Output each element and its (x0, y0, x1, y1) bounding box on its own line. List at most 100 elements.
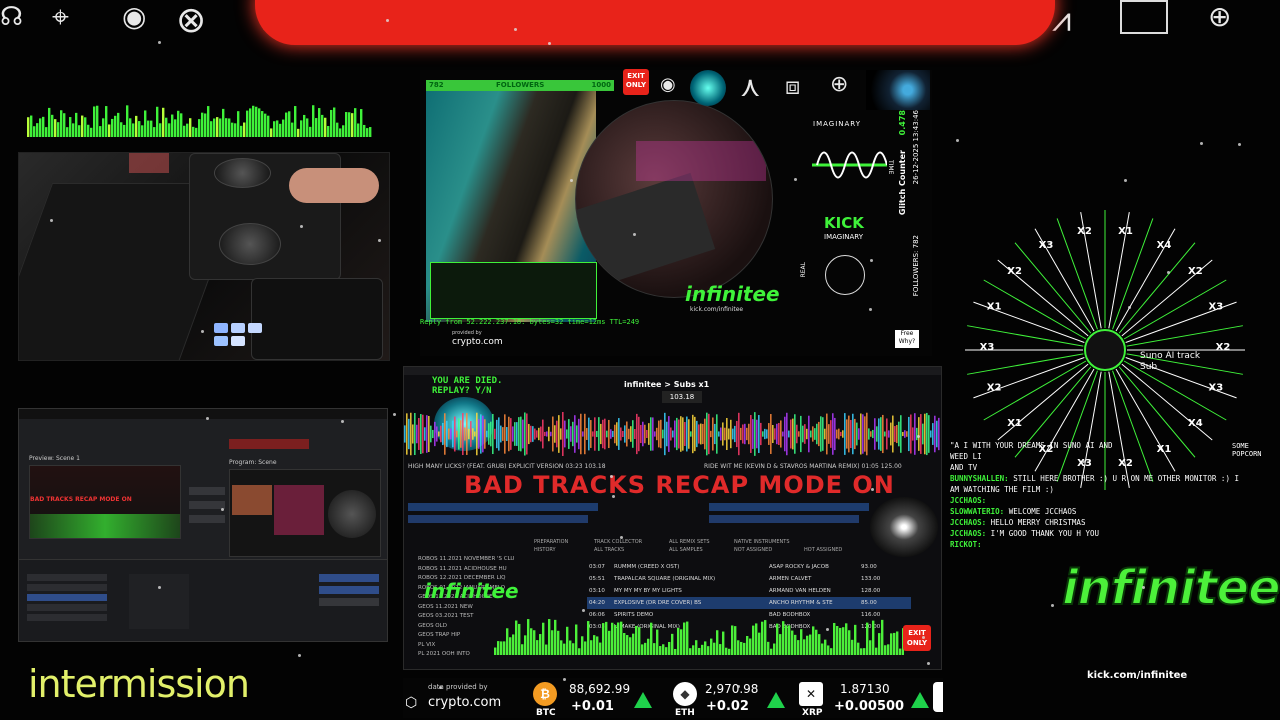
tab-preparation[interactable]: PREPARATION (534, 539, 568, 545)
tab-hot-assigned[interactable]: HOT ASSIGNED (804, 547, 842, 553)
track-time: 05:51 (589, 576, 605, 582)
crypto-ticker: data provided by ⬡ crypto.com ₿ BTC 88,6… (403, 678, 943, 718)
waveform-bar (926, 412, 928, 456)
waveform-bar (910, 414, 912, 454)
folder-item[interactable]: GEOS 11.2021 NEW (418, 603, 518, 613)
waveform-bar (524, 412, 526, 456)
waveform-bar (432, 429, 434, 439)
traktor-dj-window[interactable]: YOU ARE DIED. REPLAY? Y/N infinitee > Su… (403, 366, 942, 670)
deck-a-loop[interactable] (408, 515, 588, 523)
table-row-selected[interactable]: 04:20 EXPLOSIVE (DR DRE COVER) BS ANCHO … (587, 597, 911, 609)
studio-mode-button[interactable] (319, 598, 379, 606)
eq-bar (602, 623, 605, 655)
waveform-bar (750, 415, 752, 453)
snowflake (869, 258, 873, 262)
waveform-bar (584, 413, 586, 455)
price-up-icon (911, 692, 929, 708)
eq-bar (132, 123, 135, 137)
logo-text: infinitee (1061, 559, 1280, 617)
track-title: RUMMM (CREED X OST) (614, 564, 680, 570)
eq-bar (578, 648, 581, 655)
infinitee-watermark: infinitee (424, 579, 519, 603)
waveform-bar (446, 420, 448, 448)
glitch-counter-value: 0.478 (898, 110, 907, 136)
waveform-bar (404, 425, 406, 443)
folder-item[interactable]: ROBOS 11.2021 NOVEMBER 'S CLU (418, 555, 518, 565)
waveform-bar (846, 419, 848, 449)
audio-mixer-dock[interactable] (129, 574, 189, 629)
transition-button[interactable] (189, 515, 225, 523)
obs-docks (19, 559, 387, 641)
track-waveform[interactable] (404, 409, 941, 459)
eq-bar (506, 628, 509, 655)
deck-a-controls[interactable] (408, 503, 598, 511)
eq-bar (656, 629, 659, 655)
snowflake (1051, 604, 1055, 608)
sine-wave-graphic (812, 151, 887, 179)
track-bpm: 133.00 (861, 576, 881, 582)
eq-bar (297, 128, 300, 137)
waveform-bar (656, 427, 658, 441)
obs-studio-window[interactable]: BAD TRACKS RECAP MODE ON Program: Scene … (18, 408, 388, 642)
folder-item[interactable]: ROBOS 11.2021 ACIDHOUSE HU (418, 565, 518, 575)
eq-bar (635, 625, 638, 655)
eq-bar (860, 648, 863, 655)
eq-bar (93, 106, 96, 137)
waveform-bar (542, 419, 544, 449)
waveform-bar (774, 428, 776, 440)
tab-track-collector[interactable]: TRACK COLLECTOR (594, 539, 642, 545)
tab-not-assigned[interactable]: NOT ASSIGNED (734, 547, 772, 553)
transition-button[interactable] (189, 487, 225, 495)
transition-button[interactable] (189, 501, 225, 509)
waveform-bar (824, 428, 826, 440)
eq-bar (309, 126, 312, 137)
waveform-bar (782, 431, 784, 437)
eq-bar (725, 647, 728, 655)
browser-tabs[interactable]: PREPARATION HISTORY TRACK COLLECTOR ALL … (534, 539, 864, 555)
mixer-title-bar (404, 367, 941, 375)
wheel-center-text: Sub (1140, 362, 1157, 372)
tab-all-tracks[interactable]: ALL TRACKS (594, 547, 624, 553)
deck-b-loop[interactable] (709, 515, 859, 523)
eq-bar (608, 630, 611, 655)
waveform-bar (536, 430, 538, 438)
waveform-bar (652, 417, 654, 451)
chat-message: JCCHAOS: I'M GOOD THANK YOU H YOU (950, 528, 1280, 539)
eq-bar (596, 636, 599, 655)
snowflake (562, 677, 566, 681)
waveform-bar (890, 422, 892, 446)
eq-bar (114, 115, 117, 137)
waveform-bar (780, 420, 782, 448)
eq-bar (231, 122, 234, 137)
waveform-bar (714, 423, 716, 445)
eq-bar (369, 127, 372, 137)
waveform-bar (662, 429, 664, 439)
waveform-bar (574, 415, 576, 453)
start-recording-button[interactable] (319, 586, 379, 594)
waveform-bar (884, 431, 886, 437)
tab-all-samples[interactable]: ALL SAMPLES (669, 547, 703, 553)
eq-bar (845, 623, 848, 655)
waveform-bar (618, 418, 620, 450)
tab-history[interactable]: HISTORY (534, 547, 556, 553)
eq-bar (135, 115, 138, 137)
waveform-bar (468, 428, 470, 440)
eq-bar (171, 114, 174, 137)
snowflake (1199, 142, 1203, 146)
waveform-bar (516, 422, 518, 446)
waveform-bar (486, 430, 488, 438)
master-bpm-display[interactable]: 103.18 (662, 391, 702, 403)
tab-native-instruments[interactable]: NATIVE INSTRUMENTS (734, 539, 790, 545)
eq-bar (84, 117, 87, 137)
wheel-center-text: Suno AI track (1140, 351, 1201, 361)
eq-bar (210, 121, 213, 137)
waveform-bar (834, 417, 836, 451)
eq-bar (617, 622, 620, 655)
eq-bar (869, 640, 872, 655)
start-streaming-button[interactable] (319, 574, 379, 582)
deck-b-controls[interactable] (709, 503, 869, 511)
wheel-segment-label: X3 (980, 342, 995, 353)
eq-bar (177, 110, 180, 137)
waveform-bar (878, 418, 880, 450)
tab-all-remix-sets[interactable]: ALL REMIX SETS (669, 539, 710, 545)
